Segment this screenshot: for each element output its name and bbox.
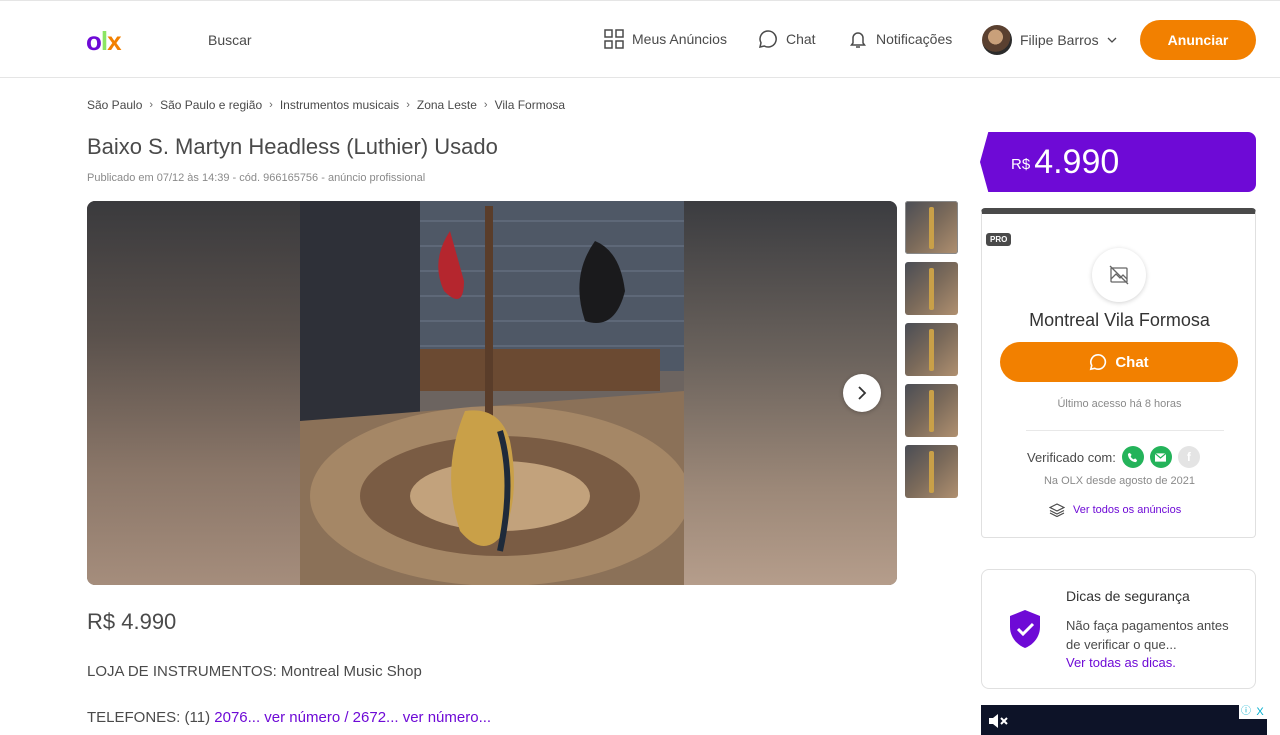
breadcrumb-item[interactable]: Zona Leste [417, 98, 477, 112]
chat-bubble-icon [758, 30, 777, 49]
layers-icon [1049, 503, 1065, 517]
member-since: Na OLX desde agosto de 2021 [1043, 475, 1196, 487]
shield-check-icon [1010, 610, 1040, 648]
verified-row: Verificado com: f [1027, 446, 1200, 468]
chat-bubble-icon [1090, 353, 1107, 371]
verified-label: Verificado com: [1027, 449, 1116, 465]
chevron-down-icon [1107, 37, 1117, 43]
listing-meta: Publicado em 07/12 às 14:39 - cód. 96616… [87, 172, 426, 184]
gallery-blur-backdrop [87, 201, 300, 585]
chevron-right-icon: › [149, 99, 154, 111]
email-verified-icon [1149, 446, 1172, 468]
notificacoes-label: Notificações [876, 31, 953, 47]
notificacoes-link[interactable]: Notificações [848, 29, 952, 49]
breadcrumb-item[interactable]: Instrumentos musicais [280, 98, 399, 112]
description-store: LOJA DE INSTRUMENTOS: Montreal Music Sho… [87, 663, 422, 680]
grid-icon [604, 29, 624, 49]
phone-verified-icon [1121, 446, 1144, 468]
safety-tips-card: Dicas de segurança Não faça pagamentos a… [981, 569, 1256, 689]
listing-title: Baixo S. Martyn Headless (Luthier) Usado [87, 134, 498, 159]
price-currency: R$ [1011, 155, 1031, 173]
meus-anuncios-label: Meus Anúncios [632, 31, 727, 47]
description-phones: TELEFONES: (11) 2076... ver número / 267… [87, 709, 491, 726]
phones-label: TELEFONES: (11) [87, 709, 215, 726]
last-access: Último acesso há 8 horas [1057, 398, 1182, 410]
chevron-right-icon: › [406, 99, 410, 111]
anunciar-button[interactable]: Anunciar [1140, 20, 1256, 60]
seller-name: Montreal Vila Formosa [1029, 310, 1210, 330]
mute-icon[interactable] [987, 711, 1009, 731]
price-value: 4.990 [1034, 142, 1120, 181]
ver-numero-link[interactable]: 2076... ver número / 2672... ver número.… [214, 709, 491, 726]
bass-guitar-photo [300, 201, 684, 585]
ver-todas-dicas-link[interactable]: Ver todas as dicas. [1066, 655, 1176, 670]
pro-badge: PRO [986, 233, 1012, 246]
chat-button[interactable]: Chat [1000, 342, 1238, 382]
thumbnail[interactable] [905, 445, 958, 498]
listing-price: R$ 4.990 [87, 609, 177, 634]
search-link[interactable]: Buscar [208, 32, 252, 48]
main-photo[interactable] [300, 201, 684, 585]
thumbnail[interactable] [905, 201, 958, 254]
olx-logo[interactable]: olx [86, 28, 122, 54]
breadcrumb-item[interactable]: Vila Formosa [495, 98, 565, 112]
next-photo-button[interactable] [843, 374, 881, 412]
ver-todos-anuncios-link[interactable]: Ver todos os anúncios [1049, 503, 1181, 517]
thumbnail[interactable] [905, 323, 958, 376]
user-name: Filipe Barros [1020, 32, 1099, 48]
chat-link[interactable]: Chat [758, 29, 816, 49]
meus-anuncios-link[interactable]: Meus Anúncios [604, 29, 727, 49]
safety-text: Não faça pagamentos antes de verificar o… [1066, 618, 1229, 652]
price-banner: R$ 4.990 [980, 132, 1256, 192]
ad-info-icon[interactable]: ⓘ [1239, 705, 1253, 719]
safety-title: Dicas de segurança [1066, 588, 1190, 604]
breadcrumb: São Paulo › São Paulo e região › Instrum… [87, 98, 565, 112]
seller-card: PRO Montreal Vila Formosa Chat Último ac… [981, 208, 1256, 538]
divider [1026, 430, 1224, 431]
chevron-right-icon: › [269, 99, 273, 111]
image-placeholder-icon [1109, 265, 1129, 285]
breadcrumb-item[interactable]: São Paulo [87, 98, 142, 112]
thumbnail-strip [905, 201, 958, 506]
user-menu[interactable]: Filipe Barros [982, 25, 1117, 55]
top-header: olx Buscar Meus Anúncios Chat Notificaçõ… [0, 0, 1280, 78]
thumbnail[interactable] [905, 384, 958, 437]
ver-todos-label: Ver todos os anúncios [1073, 504, 1182, 516]
advertisement[interactable]: ⓘ X [981, 705, 1267, 735]
chat-button-label: Chat [1115, 353, 1149, 371]
chevron-right-icon: › [483, 99, 488, 111]
bell-icon [850, 32, 866, 48]
user-avatar [982, 25, 1012, 55]
seller-avatar [1092, 248, 1146, 302]
facebook-icon: f [1177, 446, 1200, 468]
breadcrumb-item[interactable]: São Paulo e região [160, 98, 262, 112]
ad-close-icon[interactable]: X [1253, 705, 1267, 719]
chevron-right-icon [858, 386, 867, 400]
thumbnail[interactable] [905, 262, 958, 315]
photo-gallery[interactable] [87, 201, 897, 585]
chat-label: Chat [786, 31, 816, 47]
